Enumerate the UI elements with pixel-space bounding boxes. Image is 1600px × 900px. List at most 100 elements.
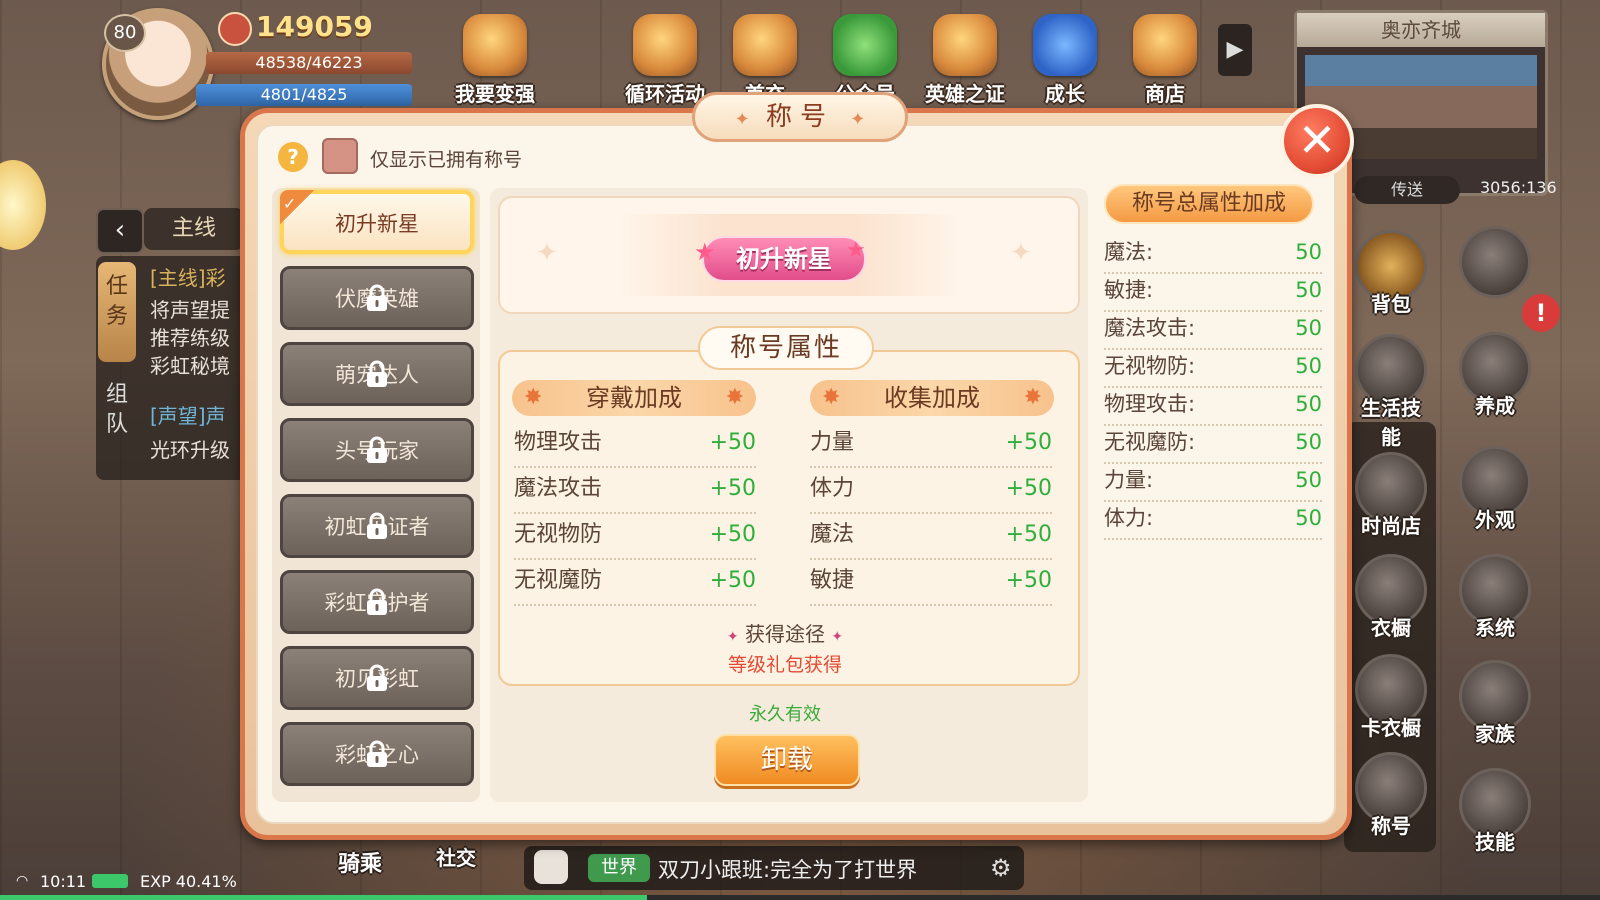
total-bonus-value: 50	[1295, 430, 1322, 454]
social-button[interactable]: 社交	[436, 842, 476, 871]
attribute-name: 无视魔防	[514, 568, 603, 593]
flower-icon: ✸	[1023, 385, 1042, 410]
dragon-icon	[463, 14, 527, 76]
total-bonus-name: 无视魔防:	[1104, 430, 1196, 454]
total-bonus-value: 50	[1295, 354, 1322, 378]
chat-channel[interactable]: 世界	[588, 854, 650, 882]
title-list-item[interactable]: 伏魔英雄	[280, 266, 474, 330]
quest-line[interactable]: 将声望提	[150, 294, 244, 323]
cultivate-button[interactable]: 养成	[1456, 332, 1534, 419]
card-closet-button[interactable]: 卡衣橱	[1352, 654, 1430, 741]
quest-line[interactable]: 推荐练级	[150, 322, 244, 351]
attribute-name: 物理攻击	[514, 430, 603, 455]
top-menu-growth[interactable]: 成长	[1022, 14, 1108, 107]
tab-team[interactable]: 组队	[98, 380, 136, 470]
quest-tab-main[interactable]: 主线	[144, 208, 244, 250]
total-bonus-name: 魔法攻击:	[1104, 316, 1196, 340]
title-list-item[interactable]: 萌宠达人	[280, 342, 474, 406]
quest-line[interactable]: 光环升级	[150, 434, 244, 463]
owned-only-label: 仅显示已拥有称号	[370, 149, 523, 171]
title-list-item[interactable]: 初虹见证者	[280, 494, 474, 558]
close-icon: ✕	[1297, 113, 1337, 167]
crown-icon	[933, 14, 997, 76]
attribute-row: 无视魔防 +50	[514, 560, 756, 606]
fashion-shop-button[interactable]: 时尚店	[1352, 452, 1430, 539]
total-bonus-value: 50	[1295, 316, 1322, 340]
title-list-item[interactable]: 初升新星	[280, 174, 474, 254]
teleport-button[interactable]: 传送	[1354, 176, 1460, 204]
tab-task[interactable]: 任务	[98, 262, 136, 362]
total-bonus-value: 50	[1295, 506, 1322, 530]
wifi-icon: ◠	[16, 873, 29, 889]
lock-icon	[367, 588, 387, 615]
attribute-name: 魔法攻击	[514, 476, 603, 501]
top-menu-hero-proof[interactable]: 英雄之证	[922, 14, 1008, 107]
attribute-row: 敏捷 +50	[810, 560, 1052, 606]
total-bonus-name: 无视物防:	[1104, 354, 1196, 378]
sparkle-icon: ✦	[734, 109, 750, 130]
appearance-button[interactable]: 外观	[1456, 446, 1534, 533]
quest-line[interactable]: [主线]彩	[150, 262, 244, 291]
alert-icon: !	[1522, 294, 1560, 332]
exp-label: EXP 40.41%	[140, 872, 237, 891]
duration-label: 永久有效	[749, 704, 821, 725]
title-list-item[interactable]: 初见彩虹	[280, 646, 474, 710]
lock-icon	[367, 664, 387, 691]
total-bonus-row: 体力: 50	[1104, 500, 1322, 540]
quest-line[interactable]: 彩虹秘境	[150, 350, 244, 379]
closet-button[interactable]: 衣橱	[1352, 554, 1430, 641]
expand-arrow-icon[interactable]: ▶	[1218, 24, 1252, 76]
flower-icon: ✸	[725, 385, 744, 410]
dpad-icon	[1459, 226, 1531, 298]
title-badge: 初升新星	[702, 236, 866, 282]
coin-icon	[218, 12, 252, 46]
title-list-item[interactable]: 彩虹守护者	[280, 570, 474, 634]
clock: 10:11	[40, 872, 87, 891]
total-bonus-name: 物理攻击:	[1104, 392, 1196, 416]
quest-line[interactable]: [声望]声	[150, 400, 244, 429]
title-list-item[interactable]: 彩虹之心	[280, 722, 474, 786]
source-value: 等级礼包获得	[727, 654, 842, 676]
top-menu-become-stronger[interactable]: 我要变强	[452, 14, 538, 107]
chat-settings-icon[interactable]: ⚙	[990, 854, 1012, 882]
attribute-row: 无视物防 +50	[514, 514, 756, 560]
player-level: 80	[104, 14, 146, 52]
mount-button[interactable]: 骑乘	[338, 846, 382, 878]
attribute-row: 魔法攻击 +50	[514, 468, 756, 514]
sparkle-icon: ✦	[536, 238, 558, 268]
close-button[interactable]: ✕	[1280, 104, 1354, 178]
unload-button[interactable]: 卸载	[714, 734, 860, 786]
bag-button[interactable]: 背包	[1352, 230, 1430, 317]
gift-icon	[733, 14, 797, 76]
title-list-item-label: 初升新星	[335, 212, 419, 236]
top-menu-shop[interactable]: 商店	[1122, 14, 1208, 107]
skill-button[interactable]: 技能	[1456, 768, 1534, 855]
system-button[interactable]: 系统	[1456, 554, 1534, 641]
flower-icon: ✸	[822, 385, 841, 410]
attribute-name: 力量	[810, 430, 855, 455]
attribute-value: +50	[1005, 568, 1052, 593]
total-bonus-heading: 称号总属性加成	[1104, 184, 1314, 224]
checkmark-icon	[280, 174, 314, 234]
wear-bonus-heading: ✸ 穿戴加成 ✸	[512, 380, 756, 416]
chevron-left-icon[interactable]: ‹	[96, 208, 144, 254]
exp-bar	[0, 895, 1600, 900]
lock-icon	[367, 436, 387, 463]
family-button[interactable]: 家族	[1456, 660, 1534, 747]
title-button[interactable]: 称号	[1352, 752, 1430, 839]
owned-only-checkbox[interactable]	[322, 138, 358, 174]
top-menu-cycle-event[interactable]: 循环活动	[622, 14, 708, 107]
title-list-item[interactable]: 头号玩家	[280, 418, 474, 482]
star-icon: ★	[694, 238, 716, 266]
flower-icon: ✸	[524, 385, 543, 410]
dpad-button[interactable]	[1456, 226, 1534, 298]
total-bonus-row: 无视魔防: 50	[1104, 424, 1322, 464]
attribute-value: +50	[1005, 522, 1052, 547]
dialog-title: ✦ 称号 ✦	[692, 92, 908, 142]
life-skill-button[interactable]: 生活技能	[1352, 334, 1430, 450]
sparkle-icon: ✦	[850, 109, 866, 130]
sparkle-icon: ✦	[726, 629, 739, 645]
attribute-row: 力量 +50	[810, 422, 1052, 468]
help-button[interactable]: ?	[278, 142, 308, 172]
attribute-row: 物理攻击 +50	[514, 422, 756, 468]
